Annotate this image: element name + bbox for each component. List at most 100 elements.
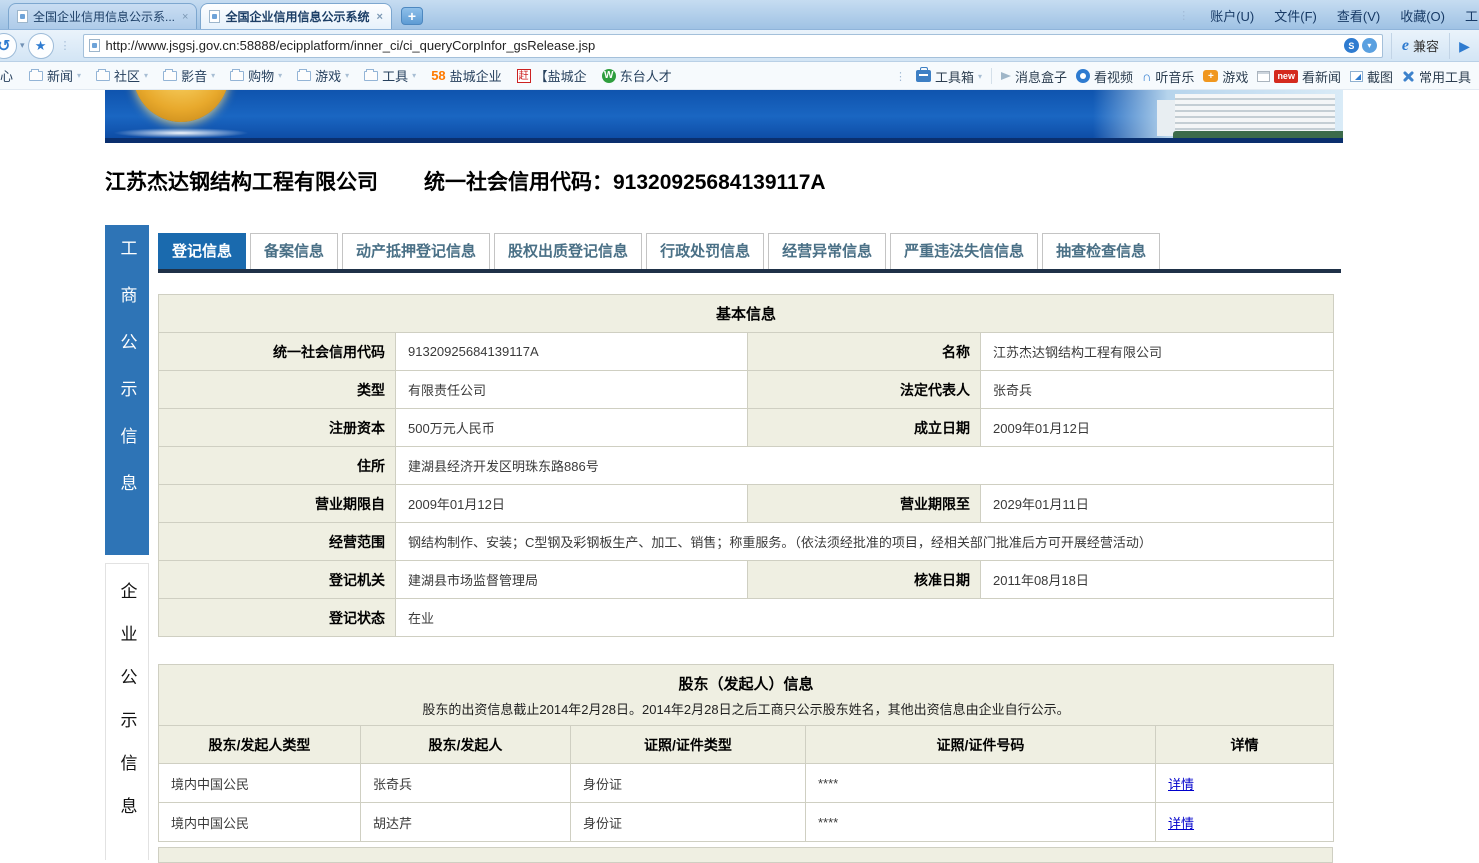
field-value: 建湖县市场监督管理局	[396, 561, 748, 599]
browser-tab-1[interactable]: 全国企业信用信息公示系... ×	[8, 3, 197, 29]
favorites-button[interactable]: ★	[28, 33, 54, 59]
sidebar-item-business-publicity[interactable]: 工商公示信息	[105, 225, 149, 555]
toolbar-tools: ⋮ 工具箱▾ 消息盒子 看视频 ∩听音乐 游戏 new 看新闻 截图 常用工具	[895, 62, 1471, 90]
tab-administrative-penalty-info[interactable]: 行政处罚信息	[646, 233, 764, 269]
bookmark-clipped[interactable]: 心	[0, 66, 14, 85]
bookmark-folder-shopping[interactable]: 购物▾	[230, 66, 282, 85]
field-value: 2009年01月12日	[981, 409, 1334, 447]
page-icon	[209, 10, 220, 23]
tab-abnormal-operation-info[interactable]: 经营异常信息	[768, 233, 886, 269]
tool-label: 看新闻	[1302, 67, 1341, 86]
watch-video-button[interactable]: 看视频	[1076, 67, 1133, 86]
field-value: 钢结构制作、安装；C型钢及彩钢板生产、加工、销售；称重服务。（依法须经批准的项目…	[396, 523, 1334, 561]
paper-plane-icon	[1001, 72, 1011, 80]
building-image	[1093, 90, 1343, 138]
listen-music-button[interactable]: ∩听音乐	[1142, 67, 1194, 86]
news-button[interactable]: new 看新闻	[1257, 67, 1341, 86]
ganji-icon: 赶	[517, 69, 531, 83]
separator	[991, 68, 992, 84]
field-value: 江苏杰达钢结构工程有限公司	[981, 333, 1334, 371]
back-arrow-icon: ↺	[0, 36, 11, 56]
toolbox-icon	[916, 70, 931, 82]
bookmark-site-58[interactable]: 58盐城企业	[431, 66, 501, 85]
field-label: 类型	[159, 371, 396, 409]
field-label: 登记机关	[159, 561, 396, 599]
tabs-underline	[158, 269, 1341, 273]
back-button[interactable]: ↺	[0, 33, 17, 59]
tool-label: 消息盒子	[1015, 67, 1067, 86]
column-header: 股东/发起人类型	[159, 726, 361, 764]
bookmark-label: 东台人才	[620, 66, 672, 85]
close-icon[interactable]: ×	[182, 11, 188, 23]
tab-equity-pledge-info[interactable]: 股权出质登记信息	[494, 233, 642, 269]
menu-favorites[interactable]: 收藏(O)	[1400, 6, 1445, 25]
field-label: 注册资本	[159, 409, 396, 447]
common-tools-button[interactable]: 常用工具	[1402, 67, 1471, 86]
folder-icon	[96, 71, 110, 81]
shareholder-type: 境内中国公民	[159, 803, 361, 842]
bookmark-site-ganji[interactable]: 赶【盐城企	[517, 66, 587, 85]
detail-link[interactable]: 详情	[1168, 777, 1194, 792]
screenshot-button[interactable]: 截图	[1350, 67, 1393, 86]
tab-spot-check-info[interactable]: 抽查检查信息	[1042, 233, 1160, 269]
shield-icon[interactable]: S	[1344, 38, 1359, 53]
menu-tools-clipped[interactable]: 工	[1465, 6, 1479, 25]
tool-label: 截图	[1367, 67, 1393, 86]
compat-mode-button[interactable]: e 兼容	[1391, 33, 1449, 59]
bookmark-site-dongtai[interactable]: W东台人才	[602, 66, 672, 85]
tab-serious-violation-info[interactable]: 严重违法失信信息	[890, 233, 1038, 269]
cert-number: ****	[806, 803, 1156, 842]
message-box-button[interactable]: 消息盒子	[1001, 67, 1067, 86]
new-tab-button[interactable]: +	[401, 7, 423, 25]
tab-registration-info[interactable]: 登记信息	[158, 233, 246, 269]
company-name: 江苏杰达钢结构工程有限公司	[105, 171, 378, 194]
credit-code: 统一社会信用代码：91320925684139117A	[424, 171, 826, 194]
tab-chattel-mortgage-info[interactable]: 动产抵押登记信息	[342, 233, 490, 269]
browser-address-bar: ↺ ▾ ★ ⋮ http://www.jsgsj.gov.cn:58888/ec…	[0, 30, 1479, 62]
chevron-down-icon: ▾	[278, 71, 282, 80]
toolbox-button[interactable]: 工具箱▾	[916, 67, 982, 86]
url-text[interactable]: http://www.jsgsj.gov.cn:58888/ecipplatfo…	[106, 38, 1344, 53]
58-icon: 58	[431, 68, 445, 83]
games-button[interactable]: 游戏	[1203, 67, 1248, 86]
menu-file[interactable]: 文件(F)	[1274, 6, 1317, 25]
menu-view[interactable]: 查看(V)	[1337, 6, 1380, 25]
go-button[interactable]: ▶	[1449, 33, 1479, 59]
security-dropdown-icon[interactable]: ▾	[1362, 38, 1377, 53]
basic-info-title: 基本信息	[159, 295, 1334, 333]
field-value: 张奇兵	[981, 371, 1334, 409]
field-label: 经营范围	[159, 523, 396, 561]
sidebar-item-enterprise-publicity[interactable]: 企业公示信息	[105, 563, 149, 860]
detail-link[interactable]: 详情	[1168, 816, 1194, 831]
tool-label: 常用工具	[1419, 67, 1471, 86]
field-label: 核准日期	[748, 561, 981, 599]
chevron-down-icon[interactable]: ▾	[20, 40, 25, 51]
column-header: 证照/证件号码	[806, 726, 1156, 764]
bookmark-folder-community[interactable]: 社区▾	[96, 66, 148, 85]
address-input[interactable]: http://www.jsgsj.gov.cn:58888/ecipplatfo…	[83, 34, 1383, 58]
menu-account[interactable]: 账户(U)	[1210, 6, 1254, 25]
close-icon[interactable]: ×	[376, 11, 382, 23]
folder-icon	[297, 71, 311, 81]
cert-number: ****	[806, 764, 1156, 803]
shareholder-header: 股东（发起人）信息 股东的出资信息截止2014年2月28日。2014年2月28日…	[159, 665, 1334, 726]
tab-filing-info[interactable]: 备案信息	[250, 233, 338, 269]
chevron-down-icon: ▾	[978, 72, 982, 81]
building-trees	[1173, 131, 1343, 138]
film-icon	[1076, 69, 1090, 83]
bookmarks-bar: 心 新闻▾ 社区▾ 影音▾ 购物▾ 游戏▾ 工具▾ 58盐城企业 赶【盐城企 W…	[0, 62, 1479, 90]
chevron-down-icon: ▾	[345, 71, 349, 80]
field-label: 登记状态	[159, 599, 396, 637]
column-header: 证照/证件类型	[571, 726, 806, 764]
field-label: 营业期限至	[748, 485, 981, 523]
bookmark-folder-news[interactable]: 新闻▾	[29, 66, 81, 85]
new-badge: new	[1274, 70, 1298, 83]
separator-dots-icon: ⋮	[895, 70, 907, 83]
bookmark-folder-media[interactable]: 影音▾	[163, 66, 215, 85]
browser-tab-2[interactable]: 全国企业信用信息公示系统 ×	[200, 3, 391, 29]
bookmark-folder-tools[interactable]: 工具▾	[364, 66, 416, 85]
folder-icon	[364, 71, 378, 81]
bookmark-folder-games[interactable]: 游戏▾	[297, 66, 349, 85]
sidebar-label: 工商公示信息	[115, 225, 140, 555]
field-label: 名称	[748, 333, 981, 371]
